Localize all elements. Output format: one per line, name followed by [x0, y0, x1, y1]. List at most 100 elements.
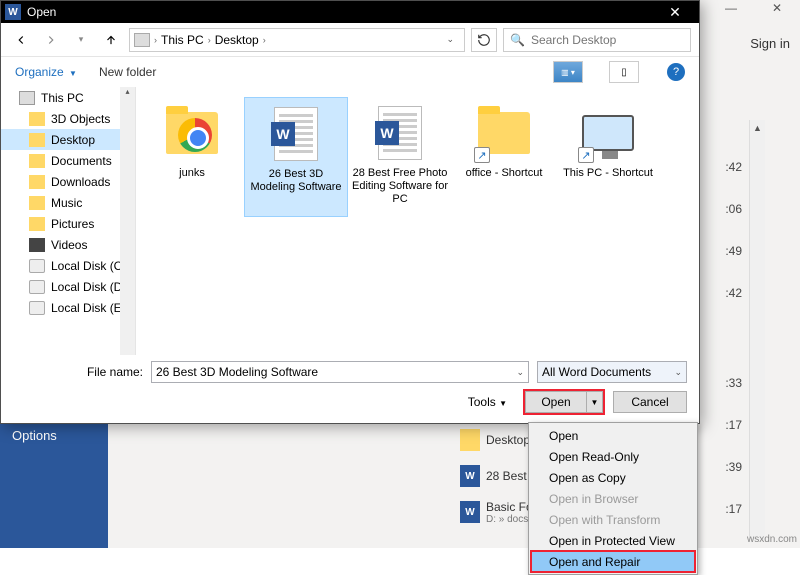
- folder-icon: [460, 429, 480, 451]
- bg-left-nav: Options: [0, 420, 108, 548]
- disk-icon: [29, 301, 45, 315]
- sidebar-item-downloads[interactable]: Downloads: [1, 171, 135, 192]
- open-dropdown-menu: OpenOpen Read-OnlyOpen as CopyOpen in Br…: [528, 422, 698, 575]
- chevron-down-icon: ▼: [69, 69, 77, 78]
- folder-icon: [29, 154, 45, 168]
- chrome-icon: [178, 118, 212, 152]
- folder-icon: [29, 196, 45, 210]
- preview-pane-button[interactable]: ▯: [609, 61, 639, 83]
- open-split-button[interactable]: Open ▼: [525, 391, 603, 413]
- word-doc-icon: W: [460, 501, 480, 523]
- file-item[interactable]: ↗This PC - Shortcut: [556, 97, 660, 217]
- bg-time-column-2: :33:17:39:17: [725, 376, 742, 544]
- folder-icon: [29, 175, 45, 189]
- word-icon: W: [5, 4, 21, 20]
- crumb-desktop[interactable]: Desktop: [215, 33, 259, 47]
- refresh-button[interactable]: [471, 28, 497, 52]
- sidebar-item-label: Local Disk (E:): [51, 301, 129, 315]
- forward-button[interactable]: [39, 28, 63, 52]
- bg-scrollbar[interactable]: ▲: [749, 120, 765, 540]
- file-item[interactable]: W28 Best Free Photo Editing Software for…: [348, 97, 452, 217]
- sidebar-item-label: Downloads: [51, 175, 110, 189]
- file-pane[interactable]: junksW26 Best 3D Modeling SoftwareW28 Be…: [136, 87, 699, 355]
- folder-icon: [29, 112, 45, 126]
- menu-item-open-read-only[interactable]: Open Read-Only: [531, 446, 695, 467]
- open-dialog: W Open ✕ ▾ › This PC › Desktop › ⌄ 🔍 Org…: [0, 0, 700, 424]
- sidebar-item-label: Music: [51, 196, 82, 210]
- sidebar-item-desktop[interactable]: Desktop: [1, 129, 135, 150]
- sidebar-item-label: Local Disk (C:): [51, 259, 130, 273]
- toolbar: Organize ▼ New folder ▥ ▾ ▯ ?: [1, 57, 699, 87]
- bg-close[interactable]: ✕: [754, 1, 800, 21]
- sidebar-item-label: Desktop: [51, 133, 95, 147]
- filename-label: File name:: [13, 365, 143, 379]
- folder-icon: [29, 133, 45, 147]
- titlebar[interactable]: W Open ✕: [1, 1, 699, 23]
- sidebar-item-documents[interactable]: Documents: [1, 150, 135, 171]
- bg-time-column: :42:06:49:42: [725, 160, 742, 328]
- open-button[interactable]: Open: [525, 391, 587, 413]
- file-item[interactable]: ↗ office - Shortcut: [452, 97, 556, 217]
- dialog-title: Open: [27, 5, 655, 19]
- search-input[interactable]: [531, 33, 684, 47]
- recent-locations-button[interactable]: ▾: [69, 28, 93, 52]
- sidebar-item-label: Videos: [51, 238, 87, 252]
- new-folder-button[interactable]: New folder: [99, 65, 156, 79]
- dialog-footer: File name: 26 Best 3D Modeling Software⌄…: [1, 355, 699, 423]
- word-doc-icon: W: [274, 107, 318, 161]
- filetype-select[interactable]: All Word Documents⌄: [537, 361, 687, 383]
- sidebar-item-local-disk-d-[interactable]: Local Disk (D:): [1, 276, 135, 297]
- search-box[interactable]: 🔍: [503, 28, 691, 52]
- sidebar-scrollbar[interactable]: ▴: [120, 87, 135, 355]
- filename-input[interactable]: 26 Best 3D Modeling Software⌄: [151, 361, 529, 383]
- menu-item-open[interactable]: Open: [531, 425, 695, 446]
- search-icon: 🔍: [510, 33, 525, 47]
- chevron-right-icon: ›: [208, 35, 211, 45]
- folder-icon: [29, 217, 45, 231]
- breadcrumb[interactable]: › This PC › Desktop › ⌄: [129, 28, 465, 52]
- sidebar-item-videos[interactable]: Videos: [1, 234, 135, 255]
- breadcrumb-dropdown[interactable]: ⌄: [440, 34, 460, 45]
- file-label: office - Shortcut: [462, 167, 547, 180]
- sidebar-item-label: This PC: [41, 91, 84, 105]
- mono-icon: [29, 238, 45, 252]
- recent-label: Desktop: [486, 433, 530, 447]
- sign-in-link[interactable]: Sign in: [750, 36, 790, 51]
- file-item[interactable]: W26 Best 3D Modeling Software: [244, 97, 348, 217]
- pc-icon: [582, 115, 634, 151]
- file-item[interactable]: junks: [140, 97, 244, 217]
- crumb-this-pc[interactable]: This PC: [161, 33, 204, 47]
- sidebar-item-this-pc[interactable]: This PC: [1, 87, 135, 108]
- disk-icon: [29, 259, 45, 273]
- watermark: wsxdn.com: [747, 534, 797, 545]
- shortcut-arrow-icon: ↗: [474, 147, 490, 163]
- sidebar-item-3d-objects[interactable]: 3D Objects: [1, 108, 135, 129]
- chevron-down-icon[interactable]: ⌄: [674, 367, 682, 378]
- back-button[interactable]: [9, 28, 33, 52]
- disk-icon: [29, 280, 45, 294]
- sidebar-item-label: Pictures: [51, 217, 94, 231]
- file-label: This PC - Shortcut: [559, 167, 657, 180]
- cancel-button[interactable]: Cancel: [613, 391, 687, 413]
- bg-minimize[interactable]: —: [708, 1, 754, 21]
- open-dropdown-arrow[interactable]: ▼: [587, 391, 603, 413]
- menu-item-open-and-repair[interactable]: Open and Repair: [531, 551, 695, 572]
- organize-button[interactable]: Organize ▼: [15, 65, 77, 79]
- view-mode-button[interactable]: ▥ ▾: [553, 61, 583, 83]
- close-icon[interactable]: ✕: [655, 4, 695, 21]
- pc-icon: [134, 33, 150, 47]
- pc-icon: [19, 91, 35, 105]
- nav-bar: ▾ › This PC › Desktop › ⌄ 🔍: [1, 23, 699, 57]
- sidebar-item-local-disk-c-[interactable]: Local Disk (C:): [1, 255, 135, 276]
- sidebar-item-pictures[interactable]: Pictures: [1, 213, 135, 234]
- sidebar-item-music[interactable]: Music: [1, 192, 135, 213]
- tools-button[interactable]: Tools ▼: [468, 395, 507, 409]
- menu-item-open-as-copy[interactable]: Open as Copy: [531, 467, 695, 488]
- folder-icon: [166, 112, 218, 154]
- file-label: 28 Best Free Photo Editing Software for …: [348, 167, 452, 206]
- chevron-down-icon[interactable]: ⌄: [516, 367, 524, 378]
- help-icon[interactable]: ?: [667, 63, 685, 81]
- up-button[interactable]: [99, 28, 123, 52]
- word-doc-icon: W: [460, 465, 480, 487]
- sidebar-item-local-disk-e-[interactable]: Local Disk (E:): [1, 297, 135, 318]
